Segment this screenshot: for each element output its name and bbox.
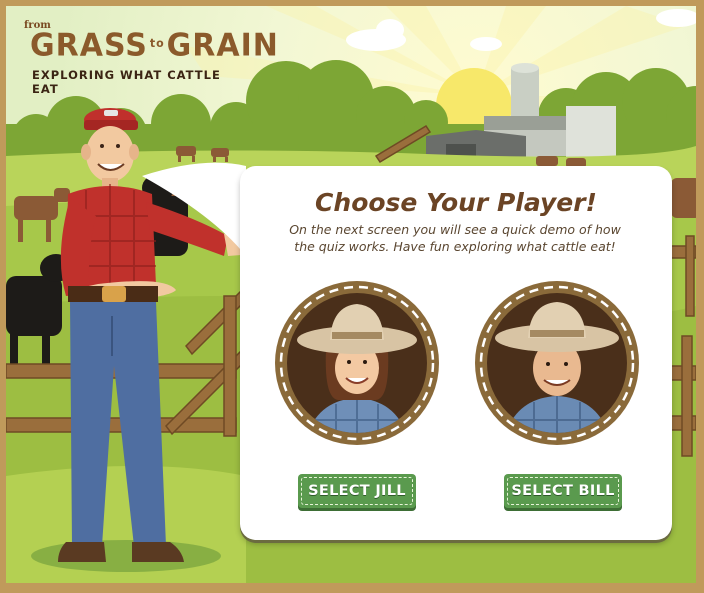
logo-title: GRASS toGRAIN — [30, 27, 279, 64]
panel-title: Choose Your Player! — [315, 188, 597, 217]
game-frame: from GRASS toGRAIN Exploring What Cattle … — [0, 0, 704, 593]
logo-word-grass: GRASS — [30, 27, 148, 64]
logo-tagline: Exploring What Cattle Eat — [32, 68, 221, 96]
select-jill-label: SELECT JILL — [308, 483, 406, 499]
logo-word-grain: GRAIN — [166, 27, 279, 64]
player-avatar-bill[interactable] — [474, 280, 640, 446]
choose-player-panel: Choose Your Player! On the next screen y… — [240, 166, 672, 540]
panel-description: On the next screen you will see a quick … — [289, 222, 621, 254]
select-bill-label: SELECT BILL — [511, 483, 615, 499]
select-bill-button[interactable]: SELECT BILL — [504, 474, 622, 508]
game-logo: from GRASS toGRAIN Exploring What Cattle … — [20, 20, 278, 96]
select-jill-button[interactable]: SELECT JILL — [298, 474, 416, 508]
player-avatar-jill[interactable] — [274, 280, 440, 446]
logo-word-to: to — [149, 36, 165, 51]
